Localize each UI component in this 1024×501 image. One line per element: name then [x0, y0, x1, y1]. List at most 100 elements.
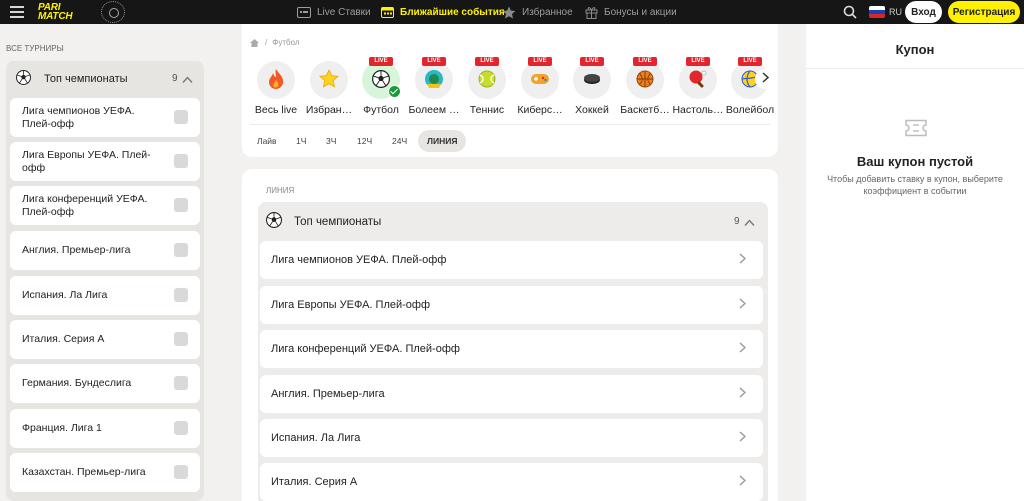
sidebar-group-count: 9 [172, 73, 178, 84]
sidebar-group-header[interactable]: Топ чемпионаты 9 [6, 61, 204, 95]
sport-name: Киберс… [517, 104, 563, 116]
tournament-row[interactable]: Лига чемпионов УЕФА. Плей-офф [260, 241, 763, 279]
coupon-title: Купон [895, 42, 935, 57]
nav-upcoming-events-label: Ближайшие события [400, 6, 505, 18]
section-title: ЛИНИЯ [266, 186, 295, 195]
sidebar-group-title: Топ чемпионаты [44, 73, 128, 85]
football-icon [266, 212, 282, 231]
chevron-up-icon[interactable] [744, 216, 755, 230]
calendar-icon [380, 6, 394, 18]
filter-live[interactable]: Лайв [248, 130, 286, 152]
live-badge: LIVE [633, 57, 657, 66]
divider [250, 124, 770, 125]
sport-favorites[interactable]: Избран… [303, 61, 355, 116]
sidebar-item-bundesliga[interactable]: Германия. Бундеслига [10, 364, 200, 403]
brand-logo-line2: MATCH [38, 11, 73, 22]
sport-tennis[interactable]: LIVE Теннис [461, 57, 513, 116]
nav-upcoming-events[interactable]: Ближайшие события [380, 0, 505, 24]
coupon-empty-text: Чтобы добавить ставку в купон, выберите … [827, 174, 1003, 196]
tournament-row[interactable]: Италия. Серия А [260, 463, 763, 501]
nav-live-bets[interactable]: Live Ставки [297, 0, 371, 24]
sidebar-item-checkbox[interactable] [174, 421, 188, 435]
championship-group-title: Топ чемпионаты [294, 216, 382, 228]
coupon-empty-title: Ваш купон пустой [856, 154, 974, 169]
sidebar-item-checkbox[interactable] [174, 465, 188, 479]
sport-esports[interactable]: LIVE Киберс… [514, 57, 566, 116]
tennis-icon [478, 70, 496, 91]
sport-name: Хоккей [575, 104, 609, 116]
home-icon[interactable] [250, 38, 259, 47]
tournament-row-label: Лига Европы УЕФА. Плей-офф [271, 299, 431, 311]
login-button[interactable]: Вход [905, 1, 942, 23]
filter-12h[interactable]: 12Ч [348, 130, 381, 152]
sport-name: Избран… [305, 104, 353, 116]
nav-favorites[interactable]: Избранное [502, 0, 573, 24]
sidebar-item-conference-league[interactable]: Лига конференций УЕФА. Плей-офф [10, 186, 200, 225]
language-selector[interactable]: RU [889, 7, 902, 17]
sidebar-item-checkbox[interactable] [174, 198, 188, 212]
carousel-next-button[interactable] [755, 69, 775, 89]
live-badge: LIVE [369, 57, 393, 66]
tournament-row-label: Лига чемпионов УЕФА. Плей-офф [271, 254, 447, 266]
sidebar-item-label: Франция. Лига 1 [22, 422, 102, 434]
sidebar-item-premier-league[interactable]: Англия. Премьер-лига [10, 231, 200, 270]
live-bets-icon [297, 6, 311, 18]
sport-name: Баскетб… [620, 104, 670, 116]
sidebar-item-champions-league[interactable]: Лига чемпионов УЕФА. Плей-офф [10, 98, 200, 137]
tournament-row[interactable]: Англия. Премьер-лига [260, 375, 763, 413]
chevron-right-icon [739, 298, 747, 312]
tournament-row[interactable]: Испания. Ла Лига [260, 419, 763, 457]
tournament-row[interactable]: Лига конференций УЕФА. Плей-офф [260, 330, 763, 368]
filter-24h[interactable]: 24Ч [383, 130, 416, 152]
filter-line[interactable]: ЛИНИЯ [418, 130, 467, 152]
breadcrumb-current: Футбол [272, 38, 300, 47]
sidebar-item-ligue-1[interactable]: Франция. Лига 1 [10, 409, 200, 448]
sport-name: Весь live [254, 104, 298, 116]
sidebar-item-checkbox[interactable] [174, 243, 188, 257]
chevron-up-icon[interactable] [182, 73, 193, 87]
sidebar-item-checkbox[interactable] [174, 332, 188, 346]
chevron-right-icon [739, 387, 747, 401]
sidebar-item-serie-a[interactable]: Италия. Серия А [10, 320, 200, 359]
sport-hockey[interactable]: LIVE Хоккей [566, 57, 618, 116]
register-button[interactable]: Регистрация [948, 1, 1020, 23]
menu-icon[interactable] [10, 6, 24, 18]
sidebar-item-label: Казахстан. Премьер-лига [22, 466, 146, 478]
nav-bonuses[interactable]: Бонусы и акции [584, 0, 677, 24]
brand-logo[interactable]: PARI MATCH [38, 2, 94, 22]
sidebar-item-checkbox[interactable] [174, 288, 188, 302]
live-badge: LIVE [528, 57, 552, 66]
sidebar-item-checkbox[interactable] [174, 154, 188, 168]
tournament-row[interactable]: Лига Европы УЕФА. Плей-офф [260, 286, 763, 324]
sidebar-item-kazakhstan-premier-league[interactable]: Казахстан. Премьер-лига [10, 453, 200, 492]
star-icon [502, 6, 516, 18]
basketball-icon [636, 70, 654, 91]
sidebar-item-checkbox[interactable] [174, 376, 188, 390]
sport-all-live[interactable]: Весь live [250, 61, 302, 116]
fan-icon [424, 69, 444, 92]
sidebar-item-checkbox[interactable] [174, 110, 188, 124]
search-icon[interactable] [843, 5, 857, 19]
football-icon [16, 70, 31, 88]
badge-icon [101, 1, 125, 23]
sport-fans[interactable]: LIVE Болеем … [408, 57, 460, 116]
sport-basketball[interactable]: LIVE Баскетб… [619, 57, 671, 116]
live-badge: LIVE [580, 57, 604, 66]
championship-group-header[interactable]: Топ чемпионаты 9 [258, 202, 768, 240]
sidebar-item-label: Германия. Бундеслига [22, 377, 132, 389]
filter-1h[interactable]: 1Ч [287, 130, 315, 152]
sport-football[interactable]: LIVE Футбол [355, 57, 407, 116]
sidebar-item-europa-league[interactable]: Лига Европы УЕФА. Плей-офф [10, 142, 200, 181]
championship-group: Топ чемпионаты 9 Лига чемпионов УЕФА. Пл… [258, 202, 768, 501]
sidebar-item-la-liga[interactable]: Испания. Ла Лига [10, 276, 200, 315]
hockey-icon [583, 73, 601, 88]
filter-3h[interactable]: 3Ч [317, 130, 345, 152]
sport-table-tennis[interactable]: LIVE Настоль… [672, 57, 724, 116]
sport-name: Теннис [469, 104, 505, 116]
selected-check-icon [388, 85, 401, 98]
star-icon [319, 69, 339, 91]
russia-flag-icon[interactable] [869, 6, 885, 18]
breadcrumb-separator: / [265, 38, 268, 47]
tournament-row-label: Испания. Ла Лига [271, 432, 361, 444]
gift-icon [584, 6, 598, 19]
